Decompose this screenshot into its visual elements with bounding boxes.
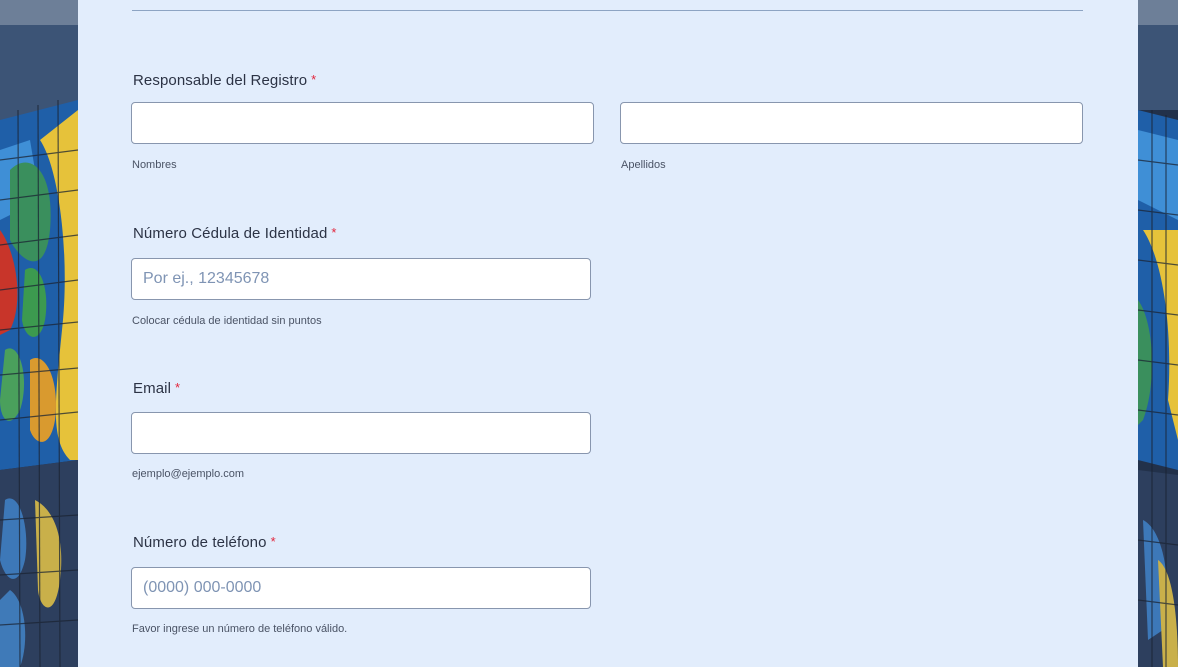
form-card: Responsable del Registro * Nombres Apelli… [78,0,1138,667]
phone-label: Número de teléfono * [133,534,276,551]
last-name-input[interactable] [620,102,1083,144]
first-name-input[interactable] [131,102,594,144]
required-mark: * [175,380,181,395]
required-mark: * [331,225,337,240]
full-name-label-text: Responsable del Registro [133,72,308,89]
id-number-sublabel: Colocar cédula de identidad sin puntos [132,315,322,327]
email-label: Email * [133,380,180,397]
background-stained-glass-left [0,0,78,667]
page: Responsable del Registro * Nombres Apelli… [0,0,1178,667]
required-mark: * [270,534,276,549]
email-sublabel: ejemplo@ejemplo.com [132,468,245,480]
id-number-label-text: Número Cédula de Identidad [133,225,328,242]
first-name-sublabel: Nombres [132,159,177,171]
last-name-sublabel: Apellidos [621,159,666,171]
required-mark: * [311,72,317,87]
phone-label-text: Número de teléfono [133,534,267,551]
email-label-text: Email [133,380,172,397]
id-number-input[interactable] [131,258,591,300]
id-number-label: Número Cédula de Identidad * [133,225,337,242]
phone-sublabel: Favor ingrese un número de teléfono váli… [132,623,348,635]
email-input[interactable] [131,412,591,454]
background-stained-glass-right [1138,0,1178,667]
section-divider [132,10,1083,11]
full-name-label: Responsable del Registro * [133,72,316,89]
phone-input[interactable] [131,567,591,609]
